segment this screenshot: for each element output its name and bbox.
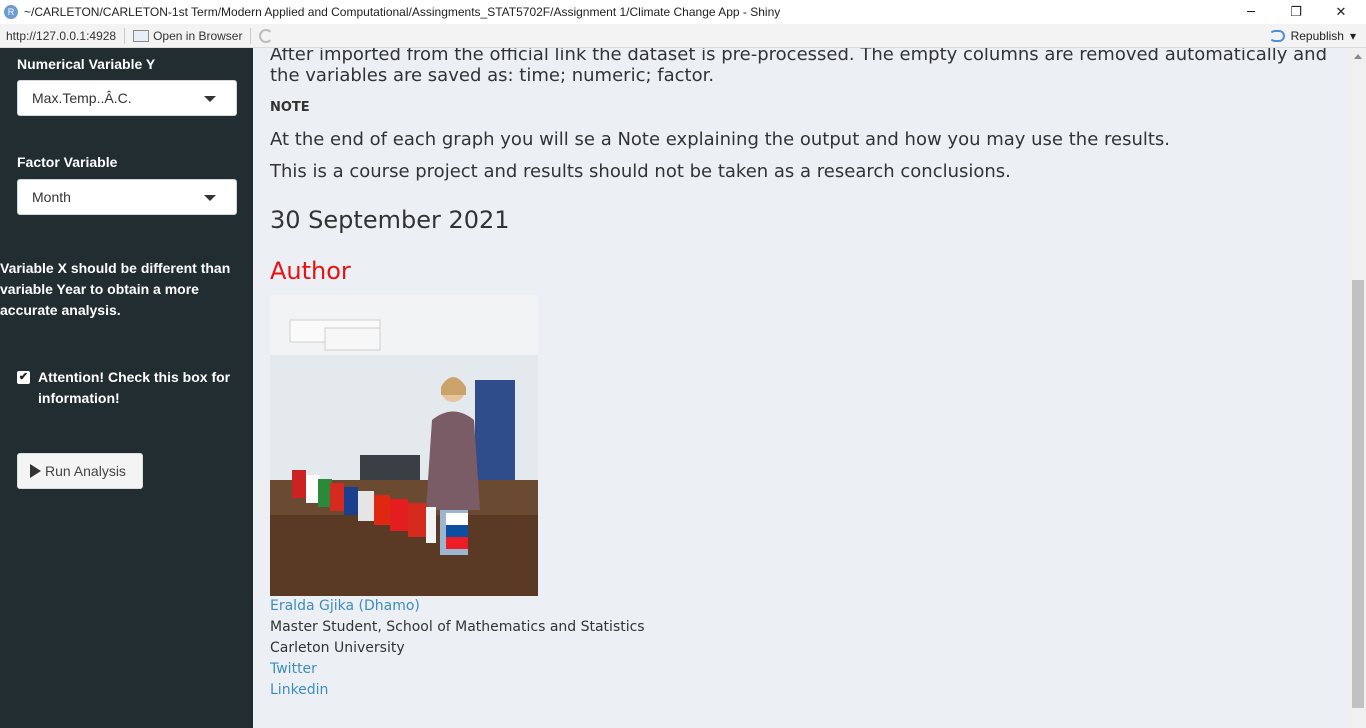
open-in-browser-button[interactable]: Open in Browser xyxy=(133,29,242,43)
close-button[interactable]: ✕ xyxy=(1318,0,1364,24)
author-photo xyxy=(270,295,538,596)
toolbar-divider xyxy=(124,27,126,44)
date-heading: 30 September 2021 xyxy=(270,206,510,234)
run-analysis-label: Run Analysis xyxy=(45,463,126,479)
window-titlebar: R ~/CARLETON/CARLETON-1st Term/Modern Ap… xyxy=(0,0,1366,24)
author-heading: Author xyxy=(270,257,351,285)
play-icon xyxy=(30,464,41,478)
author-photo-illustration xyxy=(270,295,538,596)
note-heading: NOTE xyxy=(270,100,310,115)
variable-warning-text: Variable X should be different than vari… xyxy=(0,260,231,318)
browser-window-icon xyxy=(133,29,150,42)
republish-button[interactable]: Republish ▾ xyxy=(1268,24,1356,48)
chevron-down-icon xyxy=(204,96,216,102)
author-role: Master Student, School of Mathematics an… xyxy=(270,619,645,635)
attention-checkbox[interactable]: ✔ xyxy=(17,371,30,384)
sidebar: Numerical Variable Y Max.Temp..Â.C. Fact… xyxy=(0,48,253,728)
attention-checkbox-label[interactable]: Attention! Check this box for informatio… xyxy=(38,367,238,409)
main-scrollbar[interactable] xyxy=(1350,48,1366,728)
refresh-icon[interactable] xyxy=(259,28,274,43)
chevron-down-icon xyxy=(204,195,216,201)
note-line-1: At the end of each graph you will se a N… xyxy=(270,129,1171,150)
scroll-up-arrow-icon[interactable] xyxy=(1354,54,1362,59)
author-university: Carleton University xyxy=(270,640,405,656)
linkedin-link[interactable]: Linkedin xyxy=(270,680,328,701)
intro-paragraph: After imported from the official link th… xyxy=(270,48,1327,86)
minimize-button[interactable]: ─ xyxy=(1228,0,1274,24)
factor-variable-select[interactable]: Month xyxy=(17,179,237,215)
window-title: ~/CARLETON/CARLETON-1st Term/Modern Appl… xyxy=(24,5,781,19)
publish-icon xyxy=(1268,30,1285,42)
factor-variable-label: Factor Variable xyxy=(17,154,118,170)
factor-variable-value: Month xyxy=(32,189,71,205)
numerical-variable-label: Numerical Variable Y xyxy=(17,56,156,72)
scrollbar-thumb[interactable] xyxy=(1352,280,1364,708)
chevron-down-icon: ▾ xyxy=(1349,29,1356,43)
restore-button[interactable]: ❐ xyxy=(1273,0,1319,24)
author-name-link[interactable]: Eralda Gjika (Dhamo) xyxy=(270,596,420,617)
run-analysis-button[interactable]: Run Analysis xyxy=(17,453,143,489)
twitter-link[interactable]: Twitter xyxy=(270,659,317,680)
numerical-variable-value: Max.Temp..Â.C. xyxy=(32,90,132,106)
open-in-browser-label: Open in Browser xyxy=(153,28,243,43)
rstudio-app-icon: R xyxy=(4,5,18,19)
note-line-2: This is a course project and results sho… xyxy=(270,161,1011,182)
viewer-toolbar: http://127.0.0.1:4928 Open in Browser Re… xyxy=(0,24,1366,48)
url-label: http://127.0.0.1:4928 xyxy=(6,28,117,43)
republish-label: Republish xyxy=(1290,29,1344,43)
numerical-variable-select[interactable]: Max.Temp..Â.C. xyxy=(17,80,237,116)
toolbar-divider xyxy=(250,27,252,44)
main-content: After imported from the official link th… xyxy=(253,48,1350,728)
